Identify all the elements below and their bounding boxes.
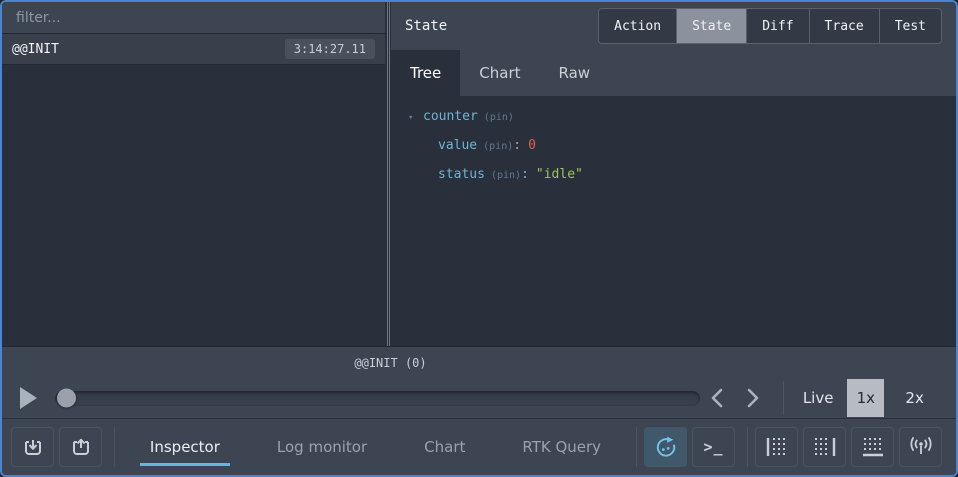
bottom-toolbar: Inspector Log monitor Chart RTK Query >_ xyxy=(2,418,956,475)
action-timestamp[interactable]: 3:14:27.11 xyxy=(285,39,375,59)
terminal-icon: >_ xyxy=(703,438,723,456)
remote-antenna-icon xyxy=(908,436,934,458)
inspector-panel: State Action State Diff Trace Test Tree … xyxy=(391,2,956,346)
play-button[interactable] xyxy=(19,386,40,410)
pin-label[interactable]: (pin) xyxy=(484,110,514,126)
main-area: @@INIT 3:14:27.11 State Action State Dif… xyxy=(2,2,956,346)
tab-state[interactable]: State xyxy=(676,9,746,43)
tab-log-monitor[interactable]: Log monitor xyxy=(267,428,377,466)
dock-right-button[interactable] xyxy=(803,427,846,467)
import-tray-icon xyxy=(21,436,45,459)
timer-gauge-icon xyxy=(654,435,678,459)
toolbar-divider xyxy=(114,427,115,467)
tab-diff[interactable]: Diff xyxy=(746,9,808,43)
inspector-tab-group: Action State Diff Trace Test xyxy=(598,8,942,44)
slider-thumb[interactable] xyxy=(57,389,76,408)
monitor-tabs: Inspector Log monitor Chart RTK Query xyxy=(122,428,629,466)
splitter-handle-icon xyxy=(387,2,390,346)
key-value-separator: : xyxy=(521,167,529,183)
speed-2x-button[interactable]: 2x xyxy=(896,379,933,417)
live-button[interactable]: Live xyxy=(803,389,834,407)
inspector-header: State Action State Diff Trace Test xyxy=(391,2,956,50)
tab-trace[interactable]: Trace xyxy=(809,9,879,43)
slider-toggle-button[interactable] xyxy=(644,427,687,467)
tab-action[interactable]: Action xyxy=(599,9,676,43)
tree-node-counter[interactable]: ▾ counter (pin) xyxy=(408,109,956,126)
playback-divider xyxy=(783,381,784,415)
step-forward-button[interactable] xyxy=(745,388,760,408)
chevron-right-icon xyxy=(745,388,760,408)
import-button[interactable] xyxy=(11,427,54,467)
step-back-button[interactable] xyxy=(710,388,725,408)
subtab-tree[interactable]: Tree xyxy=(391,50,460,96)
playback-controls: Live 1x 2x xyxy=(2,377,956,419)
tab-rtk-query[interactable]: RTK Query xyxy=(512,428,611,466)
action-list-empty-area xyxy=(2,65,385,346)
toolbar-divider xyxy=(636,427,637,467)
current-action-label: @@INIT (0) xyxy=(57,356,724,370)
key-value-separator: : xyxy=(513,138,521,154)
expander-arrow-icon[interactable]: ▾ xyxy=(408,110,423,126)
tree-key: value xyxy=(438,138,477,154)
playback-bar: @@INIT (0) Live 1x xyxy=(2,346,956,418)
timeline-slider[interactable] xyxy=(55,391,700,406)
export-button[interactable] xyxy=(59,427,102,467)
tree-key: status xyxy=(438,167,485,183)
dock-bottom-button[interactable] xyxy=(851,427,894,467)
action-name: @@INIT xyxy=(12,42,59,57)
tree-value-string: "idle" xyxy=(536,167,583,183)
toolbar-divider xyxy=(747,427,748,467)
dock-bottom-icon xyxy=(861,437,885,457)
tab-test[interactable]: Test xyxy=(879,9,941,43)
chevron-left-icon xyxy=(710,388,725,408)
tab-chart[interactable]: Chart xyxy=(414,428,475,466)
state-view-subtabs: Tree Chart Raw xyxy=(391,50,956,96)
remote-button[interactable] xyxy=(899,427,942,467)
filter-input[interactable] xyxy=(14,9,373,27)
filter-bar xyxy=(2,2,385,34)
dock-right-icon xyxy=(813,437,837,457)
export-tray-icon xyxy=(69,436,93,459)
pin-label[interactable]: (pin) xyxy=(491,168,521,184)
panel-title: State xyxy=(405,18,447,34)
tree-value-number: 0 xyxy=(528,138,536,154)
pin-label[interactable]: (pin) xyxy=(483,139,513,155)
dock-left-button[interactable] xyxy=(755,427,798,467)
action-list-item[interactable]: @@INIT 3:14:27.11 xyxy=(2,34,385,65)
state-tree-view: ▾ counter (pin) value (pin) : 0 status (… xyxy=(391,96,956,346)
tab-inspector[interactable]: Inspector xyxy=(140,428,230,466)
speed-1x-button[interactable]: 1x xyxy=(847,379,884,417)
dock-left-icon xyxy=(765,437,789,457)
play-icon xyxy=(19,386,38,410)
tree-key: counter xyxy=(423,109,478,125)
redux-devtools-window: @@INIT 3:14:27.11 State Action State Dif… xyxy=(0,0,958,477)
tree-node-value[interactable]: value (pin) : 0 xyxy=(408,138,956,155)
subtab-chart[interactable]: Chart xyxy=(460,50,539,96)
dispatcher-button[interactable]: >_ xyxy=(692,427,735,467)
subtab-raw[interactable]: Raw xyxy=(540,50,610,96)
tree-node-status[interactable]: status (pin) : "idle" xyxy=(408,167,956,184)
action-list-panel: @@INIT 3:14:27.11 xyxy=(2,2,385,346)
